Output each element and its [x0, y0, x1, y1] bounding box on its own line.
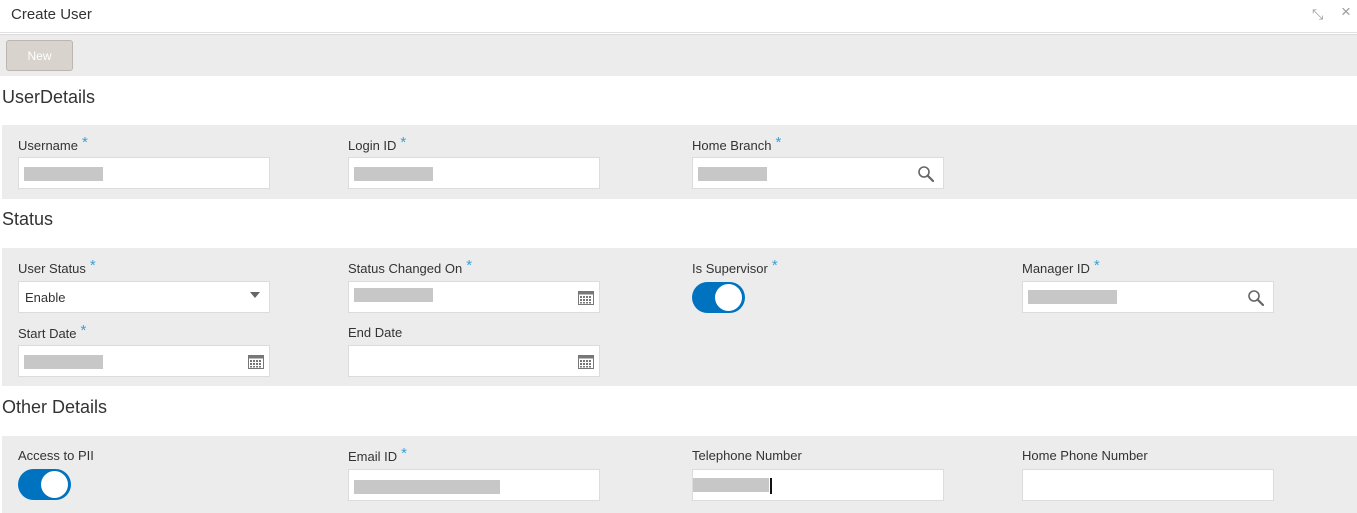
search-icon[interactable]: [1247, 289, 1265, 307]
calendar-icon[interactable]: [248, 354, 264, 369]
chevron-down-icon: [250, 292, 260, 298]
other-details-panel: Access to PII Email ID * Telephone Number…: [2, 436, 1357, 513]
home-phone-number-label: Home Phone Number: [1022, 448, 1148, 463]
home-phone-number-input[interactable]: [1022, 469, 1274, 501]
user-status-select[interactable]: Enable: [18, 281, 270, 313]
required-marker: *: [1093, 257, 1100, 274]
calendar-icon[interactable]: [578, 290, 594, 305]
is-supervisor-toggle[interactable]: [692, 282, 745, 313]
home-branch-label: Home Branch *: [692, 134, 782, 153]
redacted-value: [354, 480, 500, 494]
login-id-input[interactable]: [348, 157, 600, 189]
section-title-other-details: Other Details: [2, 397, 108, 417]
manager-id-label: Manager ID *: [1022, 257, 1100, 276]
access-to-pii-label: Access to PII: [18, 448, 94, 463]
is-supervisor-label: Is Supervisor *: [692, 257, 778, 276]
status-changed-on-label: Status Changed On *: [348, 257, 473, 276]
text-cursor: [770, 478, 772, 494]
user-status-label: User Status *: [18, 257, 96, 276]
email-id-input[interactable]: [348, 469, 600, 501]
redacted-value: [354, 288, 433, 302]
access-to-pii-toggle[interactable]: [18, 469, 71, 500]
toggle-knob: [41, 471, 68, 498]
toggle-knob: [715, 284, 742, 311]
home-branch-input[interactable]: [692, 157, 944, 189]
redacted-value: [1028, 290, 1117, 304]
required-marker: *: [771, 257, 778, 274]
user-details-panel: Username * Login ID * Home Branch *: [2, 125, 1357, 199]
email-id-label: Email ID *: [348, 445, 407, 464]
user-status-value: Enable: [25, 290, 66, 305]
redacted-value: [354, 167, 433, 181]
required-marker: *: [80, 322, 87, 339]
required-marker: *: [81, 134, 88, 151]
start-date-label: Start Date *: [18, 322, 87, 341]
collapse-icon[interactable]: ⤡: [1312, 6, 1323, 22]
redacted-value: [698, 167, 767, 181]
status-panel: User Status * Enable Status Changed On * I…: [2, 248, 1357, 386]
close-icon[interactable]: ×: [1341, 3, 1351, 20]
redacted-value: [24, 355, 103, 369]
section-title-status: Status: [2, 209, 54, 229]
telephone-number-input[interactable]: [692, 469, 944, 501]
username-input[interactable]: [18, 157, 270, 189]
end-date-input[interactable]: [348, 345, 600, 377]
redacted-value: [24, 167, 103, 181]
required-marker: *: [466, 257, 473, 274]
calendar-icon[interactable]: [578, 354, 594, 369]
required-marker: *: [400, 134, 407, 151]
required-marker: *: [775, 134, 782, 151]
start-date-input[interactable]: [18, 345, 270, 377]
end-date-label: End Date: [348, 325, 403, 340]
required-marker: *: [401, 445, 407, 462]
required-marker: *: [89, 257, 96, 274]
window-title: Create User: [11, 6, 92, 23]
status-changed-on-input[interactable]: [348, 281, 600, 313]
section-title-user-details: UserDetails: [2, 87, 96, 107]
manager-id-input[interactable]: [1022, 281, 1274, 313]
search-icon[interactable]: [917, 165, 935, 183]
new-button[interactable]: New: [6, 40, 73, 71]
title-bar: Create User ⤡ ×: [0, 0, 1357, 33]
username-label: Username *: [18, 134, 88, 153]
redacted-value: [693, 478, 769, 492]
telephone-number-label: Telephone Number: [692, 448, 802, 463]
toolbar: New: [0, 34, 1357, 76]
login-id-label: Login ID *: [348, 134, 407, 153]
